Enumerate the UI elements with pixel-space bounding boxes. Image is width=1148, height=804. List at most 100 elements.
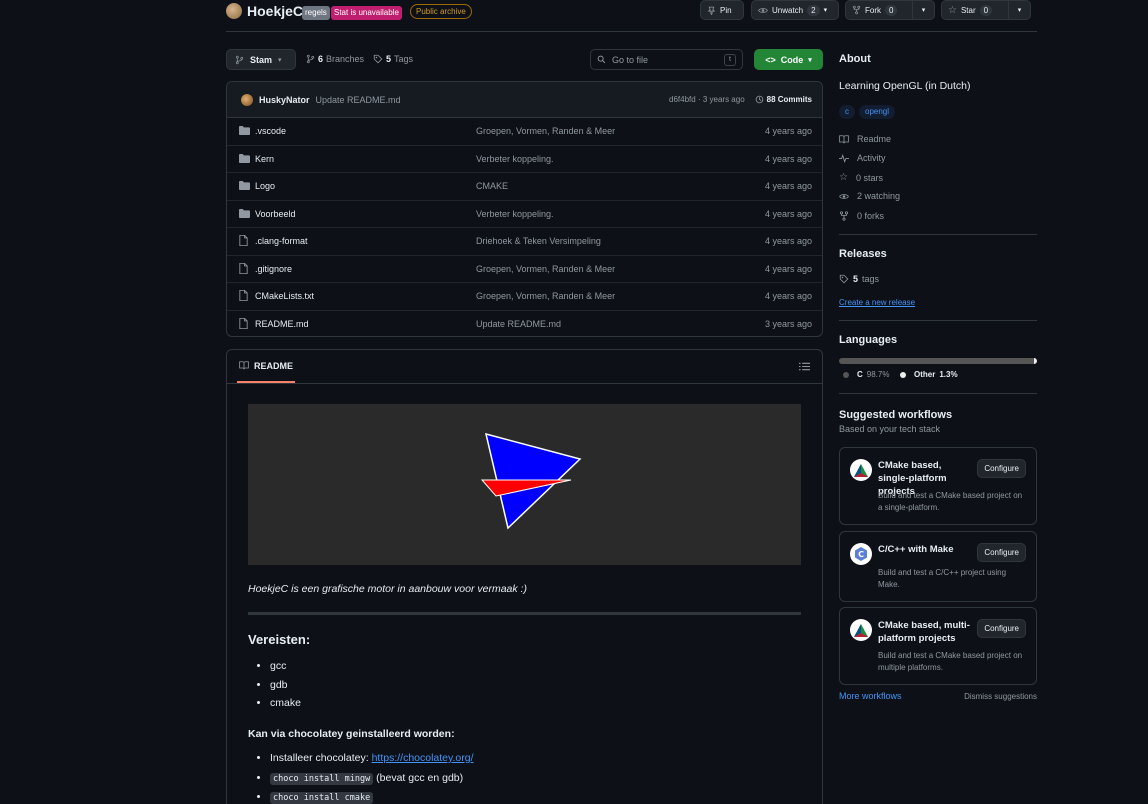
file-commit-message[interactable]: Verbeter koppeling. — [476, 154, 554, 164]
fork-dropdown-icon[interactable]: ▾ — [912, 1, 934, 19]
configure-button[interactable]: Configure — [977, 619, 1026, 638]
file-name[interactable]: Voorbeeld — [255, 209, 296, 219]
commit-hash[interactable]: d6f4bfd · 3 years ago — [669, 95, 745, 104]
sidebar-divider — [839, 234, 1037, 235]
file-row[interactable]: Logo CMAKE 4 years ago — [227, 173, 822, 201]
tag-icon — [839, 274, 849, 284]
commit-author-avatar[interactable] — [241, 93, 253, 106]
file-row[interactable]: README.md Update README.md 3 years ago — [227, 311, 822, 337]
repo-name[interactable]: HoekjeC — [247, 3, 303, 19]
activity-link[interactable]: Activity — [839, 153, 886, 163]
file-commit-time: 4 years ago — [764, 181, 812, 192]
star-button[interactable]: ☆ Star 0 ▾ — [941, 0, 1031, 20]
chevron-down-icon: ▾ — [278, 56, 282, 64]
file-commit-message[interactable]: Groepen, Vormen, Randen & Meer — [476, 291, 615, 301]
language-c[interactable]: C 98.7% — [843, 370, 889, 379]
commits-link[interactable]: 88 Commits — [755, 95, 812, 104]
workflows-heading: Suggested workflows — [839, 409, 953, 421]
branch-icon — [306, 54, 315, 64]
more-workflows-link[interactable]: More workflows — [839, 691, 902, 701]
file-name[interactable]: Logo — [255, 181, 275, 191]
readme-tab[interactable]: README — [237, 350, 296, 383]
fork-label: Fork — [865, 5, 881, 15]
unwatch-button[interactable]: Unwatch 2 ▾ — [751, 0, 839, 20]
workflow-desc: Build and test a CMake based project on … — [878, 651, 1023, 672]
tags-link[interactable]: 5 Tags — [373, 54, 413, 64]
readme-divider — [227, 383, 822, 384]
file-name[interactable]: CMakeLists.txt — [255, 291, 314, 301]
file-commit-message[interactable]: Driehoek & Teken Versimpeling — [476, 236, 601, 246]
go-to-file-input[interactable]: Go to file t — [590, 49, 743, 70]
file-commit-message[interactable]: Update README.md — [476, 319, 561, 329]
releases-heading[interactable]: Releases — [839, 248, 887, 260]
language-c-name: C — [857, 370, 863, 379]
eye-icon — [758, 7, 768, 13]
commit-message[interactable]: Update README.md — [316, 95, 401, 105]
stars-label: 0 stars — [855, 172, 883, 183]
cmake-logo-icon — [850, 459, 872, 481]
shortcut-key: t — [724, 53, 736, 66]
file-row[interactable]: .vscode Groepen, Vormen, Randen & Meer 4 y… — [227, 118, 822, 146]
branches-label: Branches — [326, 54, 365, 64]
file-commit-message[interactable]: Groepen, Vormen, Randen & Meer — [476, 126, 615, 136]
stars-link[interactable]: ☆ 0 stars — [839, 172, 883, 183]
configure-button[interactable]: Configure — [977, 543, 1026, 562]
forks-link[interactable]: 0 forks — [839, 211, 884, 221]
file-commit-message[interactable]: Groepen, Vormen, Randen & Meer — [476, 264, 615, 274]
sidebar-divider — [839, 320, 1037, 321]
commit-author[interactable]: HuskyNator — [259, 95, 310, 105]
file-row[interactable]: Voorbeeld Verbeter koppeling. 4 years ago — [227, 201, 822, 228]
file-commit-message[interactable]: CMAKE — [476, 181, 508, 191]
fork-button[interactable]: Fork 0 ▾ — [845, 0, 935, 20]
release-tags-link[interactable]: 5 tags — [839, 274, 879, 284]
tag-icon — [373, 54, 383, 64]
pin-button[interactable]: Pin — [700, 0, 744, 20]
workflow-card-cmake-multi: CMake based, multi-platform projects Bui… — [839, 607, 1037, 685]
topic-opengl[interactable]: opengl — [859, 105, 896, 119]
create-release-link[interactable]: Create a new release — [839, 298, 915, 307]
book-icon — [839, 134, 849, 143]
dismiss-suggestions-button[interactable]: Dismiss suggestions — [964, 692, 1037, 701]
file-commit-message[interactable]: Verbeter koppeling. — [476, 209, 554, 219]
workflows-subheading: Based on your tech stack — [839, 424, 941, 434]
file-name[interactable]: README.md — [255, 319, 309, 329]
chocolatey-link[interactable]: https://chocolatey.org/ — [372, 752, 474, 764]
branch-select[interactable]: Stam ▾ — [226, 49, 296, 70]
requirements-list: gcc gdb cmake — [270, 660, 301, 716]
languages-heading: Languages — [839, 334, 898, 346]
file-name[interactable]: Kern — [255, 154, 274, 164]
cmd-mingw: choco install mingw — [270, 772, 374, 785]
language-other[interactable]: Other 1.3% — [900, 370, 958, 379]
code-icon: <> — [765, 54, 776, 65]
outline-list-icon[interactable] — [799, 362, 810, 371]
file-icon — [239, 317, 248, 331]
svg-text:C: C — [858, 550, 864, 559]
file-row[interactable]: .gitignore Groepen, Vormen, Randen & Meer… — [227, 256, 822, 283]
file-name[interactable]: .gitignore — [255, 264, 292, 274]
file-row[interactable]: CMakeLists.txt Groepen, Vormen, Randen & … — [227, 283, 822, 311]
file-list: .vscode Groepen, Vormen, Randen & Meer 4 y… — [227, 118, 822, 337]
watching-link[interactable]: 2 watching — [839, 191, 900, 201]
owner-avatar[interactable] — [226, 3, 242, 19]
language-other-percent: 1.3% — [939, 370, 958, 379]
branch-name: Stam — [250, 54, 273, 65]
star-dropdown-icon[interactable]: ▾ — [1008, 1, 1030, 19]
readme-hr — [248, 612, 801, 615]
language-other-name: Other — [914, 370, 936, 379]
workflow-title: C/C++ with Make — [878, 544, 954, 555]
file-row[interactable]: Kern Verbeter koppeling. 4 years ago — [227, 146, 822, 173]
fork-icon — [852, 5, 861, 15]
readme-link[interactable]: Readme — [839, 134, 891, 144]
file-commit-time: 4 years ago — [764, 153, 812, 164]
file-name[interactable]: .vscode — [255, 126, 286, 136]
public-archive-badge: Public archive — [410, 4, 472, 19]
branches-link[interactable]: 6 Branches — [306, 54, 364, 64]
history-icon — [755, 95, 763, 104]
configure-button[interactable]: Configure — [977, 459, 1026, 478]
readme-tagline: HoekjeC is een grafische motor in aanbou… — [248, 583, 527, 595]
topic-c[interactable]: c — [839, 105, 855, 119]
file-name[interactable]: .clang-format — [255, 236, 308, 246]
workflow-card-cpp-make: C C/C++ with Make Build and test a C/C++… — [839, 531, 1037, 602]
file-row[interactable]: .clang-format Driehoek & Teken Versimpeli… — [227, 228, 822, 256]
code-button[interactable]: <> Code ▾ — [754, 49, 823, 70]
